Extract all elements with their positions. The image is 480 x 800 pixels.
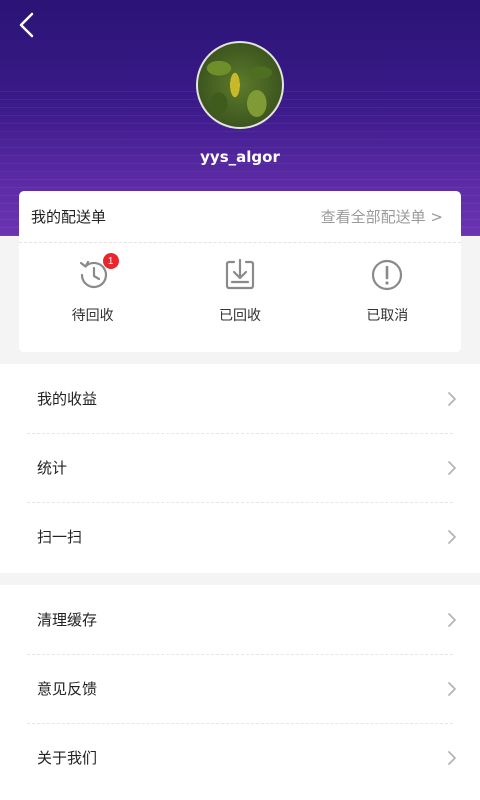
- pending-recycle-label: 待回收: [71, 308, 114, 324]
- chevron-right-icon: [448, 750, 456, 765]
- menu-item-label: 统计: [37, 459, 68, 477]
- pending-recycle-button[interactable]: 1 待回收: [33, 253, 153, 325]
- cancelled-button[interactable]: 已取消: [327, 257, 447, 325]
- avatar[interactable]: [196, 41, 284, 129]
- menu-item-label: 意见反馈: [37, 680, 98, 698]
- menu-section-1: 我的收益 统计 扫一扫: [0, 364, 480, 573]
- pending-count-badge: 1: [102, 253, 119, 269]
- menu-item-clear-cache[interactable]: 清理缓存: [0, 585, 480, 654]
- chevron-right-icon: [448, 460, 456, 475]
- menu-item-label: 我的收益: [37, 390, 98, 408]
- menu-item-statistics[interactable]: 统计: [0, 433, 480, 502]
- chevron-right-icon: [448, 529, 456, 544]
- menu-section-2: 清理缓存 意见反馈 关于我们: [0, 585, 480, 800]
- menu-item-label: 扫一扫: [37, 528, 83, 546]
- delivery-card-title: 我的配送单: [31, 208, 107, 226]
- menu-item-label: 关于我们: [37, 749, 98, 767]
- delivery-card: 我的配送单 查看全部配送单 > 1 待回收 已回收 已取消: [19, 191, 461, 352]
- menu-item-about-us[interactable]: 关于我们: [0, 723, 480, 792]
- cancelled-label: 已取消: [366, 308, 409, 324]
- delivery-card-header: 我的配送单 查看全部配送单 >: [19, 191, 461, 243]
- chevron-right-icon: [448, 391, 456, 406]
- chevron-left-icon: [19, 12, 34, 38]
- chevron-right-icon: [448, 681, 456, 696]
- menu-item-feedback[interactable]: 意见反馈: [0, 654, 480, 723]
- recycled-button[interactable]: 已回收: [180, 257, 300, 325]
- profile-screen: yys_algor 我的配送单 查看全部配送单 > 1 待回收 已回收 已取消 …: [0, 0, 480, 800]
- download-box-icon: [225, 258, 255, 290]
- menu-item-label: 清理缓存: [37, 611, 98, 629]
- menu-item-scan[interactable]: 扫一扫: [0, 502, 480, 571]
- recycled-label: 已回收: [218, 308, 261, 324]
- view-all-deliveries-link[interactable]: 查看全部配送单 >: [321, 206, 443, 227]
- alert-circle-icon: [372, 259, 403, 291]
- username: yys_algor: [200, 148, 280, 166]
- menu-item-earnings[interactable]: 我的收益: [0, 364, 480, 433]
- chevron-right-icon: [448, 612, 456, 627]
- back-button[interactable]: [10, 8, 42, 42]
